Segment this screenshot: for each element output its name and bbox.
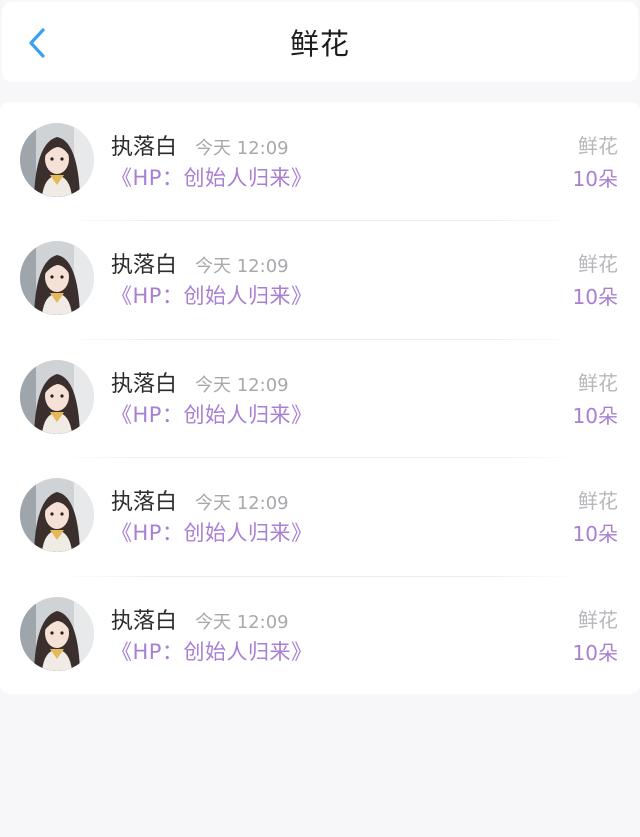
timestamp: 今天 12:09 bbox=[195, 611, 289, 633]
avatar[interactable] bbox=[20, 596, 94, 671]
user-name[interactable]: 执落白 bbox=[111, 484, 177, 516]
gift-count: 10朵 bbox=[572, 522, 618, 547]
chevron-left-icon bbox=[29, 28, 45, 58]
avatar[interactable] bbox=[20, 241, 94, 316]
gift-count: 10朵 bbox=[572, 167, 618, 191]
gift-count: 10朵 bbox=[572, 403, 618, 428]
timestamp: 今天 12:09 bbox=[195, 256, 289, 278]
avatar[interactable] bbox=[20, 123, 94, 197]
list-item[interactable]: 执落白 今天 12:09 《HP：创始人归来》 鲜花 10朵 bbox=[0, 575, 640, 694]
user-name[interactable]: 执落白 bbox=[111, 247, 177, 279]
user-name[interactable]: 执落白 bbox=[111, 603, 177, 635]
timestamp: 今天 12:09 bbox=[195, 493, 289, 515]
list-item[interactable]: 执落白 今天 12:09 《HP：创始人归来》 鲜花 10朵 bbox=[0, 338, 640, 457]
avatar[interactable] bbox=[20, 359, 94, 434]
book-title-link[interactable]: 《HP：创始人归来》 bbox=[111, 162, 312, 192]
gift-count: 10朵 bbox=[572, 640, 618, 665]
book-title-link[interactable]: 《HP：创始人归来》 bbox=[111, 517, 312, 547]
gift-count: 10朵 bbox=[572, 285, 618, 310]
gift-type: 鲜花 bbox=[578, 489, 618, 514]
book-title-link[interactable]: 《HP：创始人归来》 bbox=[111, 636, 312, 666]
avatar[interactable] bbox=[20, 478, 94, 553]
book-title-link[interactable]: 《HP：创始人归来》 bbox=[111, 399, 312, 429]
flower-record-list: 执落白 今天 12:09 《HP：创始人归来》 鲜花 10朵 执落白 今天 12… bbox=[0, 102, 640, 694]
list-item[interactable]: 执落白 今天 12:09 《HP：创始人归来》 鲜花 10朵 bbox=[0, 457, 640, 575]
user-name[interactable]: 执落白 bbox=[111, 129, 177, 161]
list-item[interactable]: 执落白 今天 12:09 《HP：创始人归来》 鲜花 10朵 bbox=[0, 220, 640, 338]
timestamp: 今天 12:09 bbox=[195, 138, 289, 159]
back-button[interactable] bbox=[20, 26, 54, 60]
timestamp: 今天 12:09 bbox=[195, 374, 289, 396]
user-name[interactable]: 执落白 bbox=[111, 366, 177, 398]
gift-type: 鲜花 bbox=[578, 134, 618, 158]
book-title-link[interactable]: 《HP：创始人归来》 bbox=[111, 280, 312, 310]
gift-type: 鲜花 bbox=[578, 370, 618, 395]
gift-type: 鲜花 bbox=[578, 607, 618, 632]
nav-bar: 鲜花 bbox=[2, 2, 638, 82]
page-title: 鲜花 bbox=[289, 27, 350, 61]
list-item[interactable]: 执落白 今天 12:09 《HP：创始人归来》 鲜花 10朵 bbox=[0, 102, 640, 220]
gift-type: 鲜花 bbox=[578, 252, 618, 277]
